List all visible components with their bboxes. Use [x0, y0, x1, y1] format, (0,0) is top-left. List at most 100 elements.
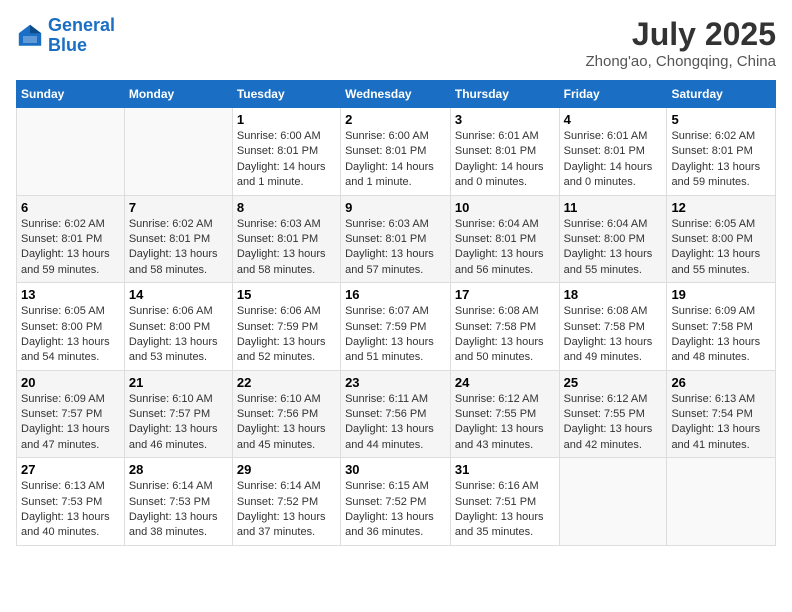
day-number: 18	[564, 287, 663, 302]
day-info-line: Sunrise: 6:01 AM	[564, 129, 663, 144]
calendar-cell	[17, 108, 125, 196]
day-info-line: Sunset: 7:57 PM	[129, 407, 228, 422]
day-info: Sunrise: 6:09 AMSunset: 7:57 PMDaylight:…	[21, 392, 120, 454]
day-info-line: Sunrise: 6:05 AM	[21, 304, 120, 319]
day-info-line: Daylight: 13 hours and 41 minutes.	[671, 422, 771, 453]
day-info: Sunrise: 6:10 AMSunset: 7:57 PMDaylight:…	[129, 392, 228, 454]
day-number: 24	[455, 375, 555, 390]
calendar-cell: 19Sunrise: 6:09 AMSunset: 7:58 PMDayligh…	[667, 283, 776, 371]
day-number: 29	[237, 462, 336, 477]
day-info-line: Sunset: 8:01 PM	[237, 144, 336, 159]
calendar-cell	[559, 458, 667, 546]
calendar-week-1: 1Sunrise: 6:00 AMSunset: 8:01 PMDaylight…	[17, 108, 776, 196]
day-info-line: Sunset: 8:01 PM	[671, 144, 771, 159]
calendar-table: SundayMondayTuesdayWednesdayThursdayFrid…	[16, 80, 776, 546]
day-info-line: Sunrise: 6:10 AM	[129, 392, 228, 407]
day-info: Sunrise: 6:10 AMSunset: 7:56 PMDaylight:…	[237, 392, 336, 454]
calendar-cell: 23Sunrise: 6:11 AMSunset: 7:56 PMDayligh…	[341, 370, 451, 458]
calendar-cell: 18Sunrise: 6:08 AMSunset: 7:58 PMDayligh…	[559, 283, 667, 371]
calendar-header: SundayMondayTuesdayWednesdayThursdayFrid…	[17, 81, 776, 108]
day-info-line: Sunset: 7:58 PM	[564, 320, 663, 335]
day-info-line: Sunset: 8:00 PM	[564, 232, 663, 247]
day-info-line: Sunrise: 6:13 AM	[21, 479, 120, 494]
calendar-cell: 16Sunrise: 6:07 AMSunset: 7:59 PMDayligh…	[341, 283, 451, 371]
day-info-line: Daylight: 13 hours and 52 minutes.	[237, 335, 336, 366]
day-info-line: Sunset: 7:58 PM	[671, 320, 771, 335]
day-info-line: Sunrise: 6:09 AM	[21, 392, 120, 407]
calendar-cell: 11Sunrise: 6:04 AMSunset: 8:00 PMDayligh…	[559, 195, 667, 283]
day-info: Sunrise: 6:04 AMSunset: 8:01 PMDaylight:…	[455, 217, 555, 279]
day-info: Sunrise: 6:00 AMSunset: 8:01 PMDaylight:…	[345, 129, 446, 191]
day-info-line: Sunset: 8:01 PM	[345, 144, 446, 159]
day-info-line: Sunset: 8:01 PM	[21, 232, 120, 247]
day-info-line: Sunrise: 6:14 AM	[237, 479, 336, 494]
calendar-week-2: 6 Sunrise: 6:02 AMSunset: 8:01 PMDaylight…	[17, 195, 776, 283]
day-info: Sunrise: 6:02 AMSunset: 8:01 PMDaylight:…	[671, 129, 771, 191]
day-info: Sunrise: 6:02 AMSunset: 8:01 PMDaylight:…	[21, 217, 120, 279]
day-number: 10	[455, 200, 555, 215]
day-info: Sunrise: 6:16 AMSunset: 7:51 PMDaylight:…	[455, 479, 555, 541]
day-number: 19	[671, 287, 771, 302]
day-info: Sunrise: 6:07 AMSunset: 7:59 PMDaylight:…	[345, 304, 446, 366]
day-info-line: Sunrise: 6:01 AM	[455, 129, 555, 144]
day-info: Sunrise: 6:14 AMSunset: 7:53 PMDaylight:…	[129, 479, 228, 541]
day-info-line: Daylight: 14 hours and 0 minutes.	[455, 160, 555, 191]
day-info: Sunrise: 6:06 AMSunset: 8:00 PMDaylight:…	[129, 304, 228, 366]
day-info-line: Daylight: 13 hours and 51 minutes.	[345, 335, 446, 366]
day-info-line: Daylight: 14 hours and 1 minute.	[345, 160, 446, 191]
day-info-line: Sunset: 8:01 PM	[564, 144, 663, 159]
day-info-line: Daylight: 13 hours and 54 minutes.	[21, 335, 120, 366]
day-info: Sunrise: 6:03 AMSunset: 8:01 PMDaylight:…	[345, 217, 446, 279]
day-info: Sunrise: 6:15 AMSunset: 7:52 PMDaylight:…	[345, 479, 446, 541]
weekday-header-wednesday: Wednesday	[341, 81, 451, 108]
day-number: 25	[564, 375, 663, 390]
calendar-cell: 31 Sunrise: 6:16 AMSunset: 7:51 PMDayligh…	[450, 458, 559, 546]
calendar-cell	[124, 108, 232, 196]
weekday-header-sunday: Sunday	[17, 81, 125, 108]
day-info-line: Sunset: 8:01 PM	[129, 232, 228, 247]
weekday-header-thursday: Thursday	[450, 81, 559, 108]
day-number: 28	[129, 462, 228, 477]
calendar-cell: 1Sunrise: 6:00 AMSunset: 8:01 PMDaylight…	[232, 108, 340, 196]
calendar-cell: 6 Sunrise: 6:02 AMSunset: 8:01 PMDaylight…	[17, 195, 125, 283]
day-number: 7	[129, 200, 228, 215]
day-info-line: Daylight: 13 hours and 44 minutes.	[345, 422, 446, 453]
day-info-line: Sunset: 7:53 PM	[21, 495, 120, 510]
day-number: 3	[455, 112, 555, 127]
location: Zhong'ao, Chongqing, China	[585, 53, 776, 70]
day-number: 27	[21, 462, 120, 477]
day-number: 31	[455, 462, 555, 477]
day-info-line: Sunrise: 6:02 AM	[671, 129, 771, 144]
logo-line2: Blue	[48, 35, 87, 55]
calendar-body: 1Sunrise: 6:00 AMSunset: 8:01 PMDaylight…	[17, 108, 776, 546]
calendar-cell: 4Sunrise: 6:01 AMSunset: 8:01 PMDaylight…	[559, 108, 667, 196]
day-info-line: Sunset: 7:53 PM	[129, 495, 228, 510]
day-info-line: Daylight: 13 hours and 45 minutes.	[237, 422, 336, 453]
day-number: 8	[237, 200, 336, 215]
day-info-line: Daylight: 13 hours and 40 minutes.	[21, 510, 120, 541]
day-info-line: Daylight: 13 hours and 56 minutes.	[455, 247, 555, 278]
day-number: 5	[671, 112, 771, 127]
weekday-header-friday: Friday	[559, 81, 667, 108]
day-info: Sunrise: 6:03 AMSunset: 8:01 PMDaylight:…	[237, 217, 336, 279]
calendar-cell: 3Sunrise: 6:01 AMSunset: 8:01 PMDaylight…	[450, 108, 559, 196]
logo-text: General Blue	[48, 16, 115, 56]
day-info-line: Sunset: 7:55 PM	[564, 407, 663, 422]
day-number: 12	[671, 200, 771, 215]
day-info-line: Sunset: 7:51 PM	[455, 495, 555, 510]
day-info: Sunrise: 6:02 AMSunset: 8:01 PMDaylight:…	[129, 217, 228, 279]
day-info: Sunrise: 6:05 AMSunset: 8:00 PMDaylight:…	[671, 217, 771, 279]
day-info-line: Daylight: 13 hours and 42 minutes.	[564, 422, 663, 453]
day-info-line: Daylight: 13 hours and 49 minutes.	[564, 335, 663, 366]
day-info-line: Sunrise: 6:05 AM	[671, 217, 771, 232]
day-info-line: Daylight: 14 hours and 1 minute.	[237, 160, 336, 191]
day-number: 15	[237, 287, 336, 302]
day-info-line: Sunrise: 6:07 AM	[345, 304, 446, 319]
calendar-cell: 12 Sunrise: 6:05 AMSunset: 8:00 PMDayligh…	[667, 195, 776, 283]
day-info-line: Daylight: 13 hours and 58 minutes.	[237, 247, 336, 278]
day-number: 6	[21, 200, 120, 215]
day-info: Sunrise: 6:08 AMSunset: 7:58 PMDaylight:…	[455, 304, 555, 366]
day-info: Sunrise: 6:14 AMSunset: 7:52 PMDaylight:…	[237, 479, 336, 541]
calendar-cell: 22Sunrise: 6:10 AMSunset: 7:56 PMDayligh…	[232, 370, 340, 458]
day-info-line: Daylight: 13 hours and 50 minutes.	[455, 335, 555, 366]
